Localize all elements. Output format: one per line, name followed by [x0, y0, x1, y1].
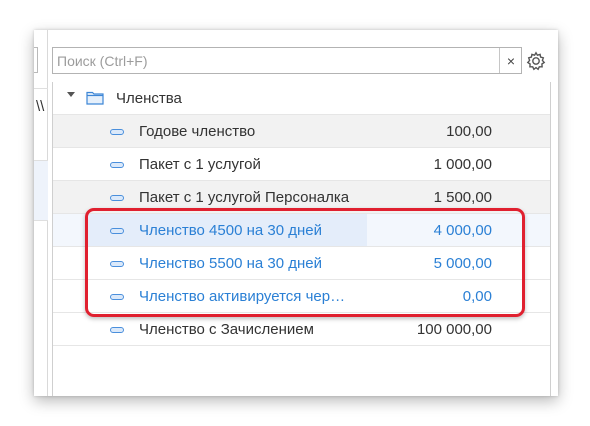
left-pane-column-glyph: \\: [36, 98, 45, 115]
item-icon: [110, 129, 124, 135]
list-item[interactable]: Членство активируется чер… 0,00: [53, 280, 550, 313]
tree-group-row[interactable]: Членства: [53, 82, 550, 115]
list-item[interactable]: Пакет с 1 услугой 1 000,00: [53, 148, 550, 181]
item-icon: [110, 228, 124, 234]
left-pane-divider: [34, 88, 48, 89]
item-icon: [110, 195, 124, 201]
gear-icon[interactable]: [526, 51, 546, 71]
left-pane-divider: [34, 160, 48, 161]
item-name: Членство активируется чер…: [139, 288, 346, 305]
item-price: 1 000,00: [433, 156, 492, 173]
left-pane-divider: [34, 220, 48, 221]
item-price: 5 000,00: [433, 255, 492, 272]
item-price: 4 000,00: [433, 222, 492, 239]
item-name: Годове членство: [139, 123, 256, 140]
item-price: 1 500,00: [433, 189, 492, 206]
item-icon: [110, 261, 124, 267]
left-pane-input[interactable]: [34, 47, 38, 73]
search-input[interactable]: [53, 48, 499, 73]
list-item[interactable]: Членство с Зачислением 100 000,00: [53, 313, 550, 346]
item-price: 100,00: [446, 123, 492, 140]
clear-search-button[interactable]: ×: [499, 48, 522, 73]
chevron-down-icon[interactable]: [67, 92, 75, 97]
item-name: Членство 4500 на 30 дней: [139, 222, 322, 239]
item-name: Пакет с 1 услугой: [139, 156, 261, 173]
item-name: Членство 5500 на 30 дней: [139, 255, 322, 272]
list-item[interactable]: Пакет с 1 услугой Персоналка 1 500,00: [53, 181, 550, 214]
item-name: Членство с Зачислением: [139, 321, 314, 338]
left-pane-selection: [34, 160, 48, 220]
list-item[interactable]: Членство 5500 на 30 дней 5 000,00: [53, 247, 550, 280]
tree-list: Членства Годове членство 100,00 Пакет с …: [52, 82, 551, 396]
item-icon: [110, 327, 124, 333]
item-price: 0,00: [462, 288, 492, 305]
search-box: ×: [52, 47, 522, 74]
item-price: 100 000,00: [416, 321, 492, 338]
list-item-selected[interactable]: Членство 4500 на 30 дней 4 000,00: [53, 214, 550, 247]
group-label: Членства: [116, 90, 182, 107]
close-icon: ×: [506, 52, 516, 69]
item-name: Пакет с 1 услугой Персоналка: [139, 189, 350, 206]
list-item[interactable]: Годове членство 100,00: [53, 115, 550, 148]
left-pane: [34, 30, 48, 396]
item-icon: [110, 294, 124, 300]
item-icon: [110, 162, 124, 168]
folder-icon: [86, 91, 104, 105]
